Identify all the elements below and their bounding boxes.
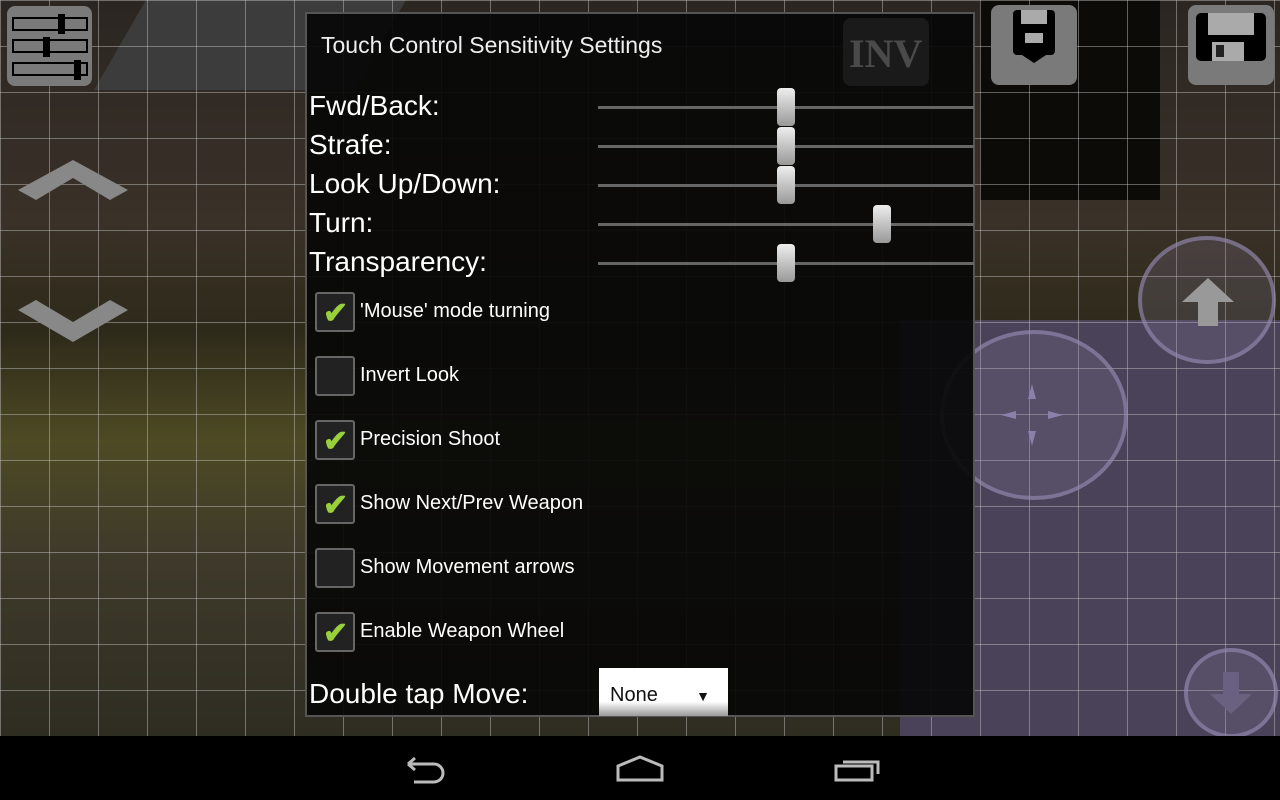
slider-track[interactable] (598, 223, 974, 226)
home-icon[interactable] (615, 754, 665, 784)
checkbox[interactable]: ✔ (315, 612, 355, 652)
floppy-save-icon (1196, 13, 1266, 61)
checkbox-label: 'Mouse' mode turning (360, 300, 550, 322)
sliders-icon (12, 14, 88, 80)
slider-thumb[interactable] (872, 205, 891, 243)
load-game-button[interactable] (991, 5, 1077, 85)
checkmark-icon: ✔ (323, 617, 349, 650)
dropdown-arrow-icon: ▼ (696, 688, 710, 704)
checkmark-icon: ✔ (323, 297, 349, 330)
down-arrow-button[interactable] (18, 298, 130, 348)
settings-sliders-button[interactable] (7, 6, 92, 86)
recent-apps-icon[interactable] (833, 754, 883, 784)
dialog-title: Touch Control Sensitivity Settings (321, 32, 663, 58)
jump-button[interactable] (1138, 236, 1276, 364)
slider-row: Strafe: (309, 127, 975, 165)
checkbox-label: Invert Look (360, 364, 459, 386)
back-icon[interactable] (400, 754, 450, 784)
checkbox[interactable] (315, 356, 355, 396)
checkbox[interactable]: ✔ (315, 420, 355, 460)
slider-label: Turn: (309, 207, 374, 238)
slider-thumb[interactable] (777, 244, 795, 282)
save-game-button[interactable] (1188, 5, 1274, 85)
checkmark-icon: ✔ (323, 489, 349, 522)
slider-row: Turn: (309, 205, 975, 243)
sensitivity-settings-dialog: Touch Control Sensitivity Settings Fwd/B… (305, 12, 975, 717)
slider-label: Look Up/Down: (309, 168, 501, 199)
arrow-down-icon (1210, 672, 1252, 714)
checkbox-label: Show Movement arrows (360, 556, 575, 578)
slider-thumb[interactable] (777, 166, 795, 204)
slider-row: Transparency: (309, 244, 975, 282)
double-tap-move-dropdown[interactable]: None ▼ (599, 668, 728, 716)
double-tap-move-value: None (610, 684, 658, 706)
android-nav-bar (0, 736, 1280, 800)
slider-thumb[interactable] (777, 127, 795, 165)
slider-row: Fwd/Back: (309, 88, 975, 126)
checkbox[interactable] (315, 548, 355, 588)
up-arrow-button[interactable] (18, 160, 130, 210)
slider-label: Transparency: (309, 246, 487, 277)
double-tap-move-label: Double tap Move: (309, 678, 529, 709)
inventory-button[interactable]: INV (843, 18, 929, 86)
floppy-load-icon (1013, 10, 1055, 63)
checkbox-label: Enable Weapon Wheel (360, 620, 565, 642)
checkbox[interactable]: ✔ (315, 292, 355, 332)
checkbox[interactable]: ✔ (315, 484, 355, 524)
checkbox-label: Precision Shoot (360, 428, 501, 450)
checkbox-label: Show Next/Prev Weapon (360, 492, 584, 514)
slider-thumb[interactable] (777, 88, 795, 126)
slider-label: Strafe: (309, 129, 392, 160)
checkmark-icon: ✔ (323, 425, 349, 458)
inv-label: INV (849, 31, 923, 76)
slider-row: Look Up/Down: (309, 166, 975, 204)
crouch-button[interactable] (1184, 648, 1278, 736)
slider-label: Fwd/Back: (309, 90, 440, 121)
arrow-up-icon (1182, 278, 1234, 326)
